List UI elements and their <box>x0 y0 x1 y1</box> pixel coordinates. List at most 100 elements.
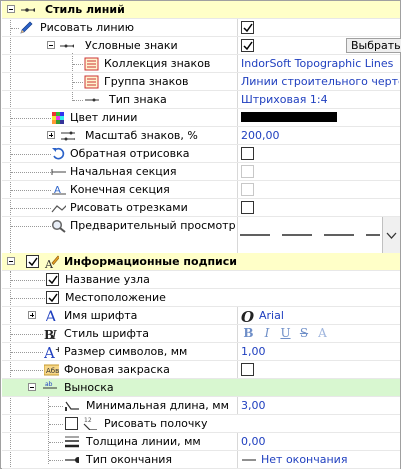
tree-line <box>11 118 51 119</box>
tree-line <box>11 352 43 353</box>
prop-label: Начальная секция <box>70 165 177 178</box>
end-section-checkbox[interactable] <box>241 183 254 196</box>
tree-line <box>49 424 63 425</box>
end-type-icon <box>65 457 79 463</box>
prop-label: Рисовать отрезками <box>70 201 188 214</box>
section-title: Стиль линий <box>45 3 125 16</box>
collapse-icon[interactable] <box>7 5 15 13</box>
prop-font-name[interactable]: A Имя шрифта O Arial <box>2 307 400 325</box>
collapse-icon[interactable] <box>47 41 55 49</box>
min-length-value[interactable]: 3,00 <box>241 399 266 412</box>
italic-toggle[interactable]: I <box>260 326 275 340</box>
type-value[interactable]: Штриховая 1:4 <box>241 93 328 106</box>
background-fill-checkbox[interactable] <box>241 363 254 376</box>
prop-symbols[interactable]: Условные знаки Выбрать <box>2 37 401 55</box>
prop-line-width[interactable]: Толщина линии, мм 0,00 <box>2 433 400 451</box>
prop-draw-segments[interactable]: Рисовать отрезками <box>2 199 400 217</box>
font-name-value[interactable]: Arial <box>259 309 284 322</box>
prop-draw-shelf[interactable]: 12 Рисовать полочку <box>2 415 400 433</box>
collection-value[interactable]: IndorSoft Topographic Lines <box>241 57 393 70</box>
info-labels-checkbox[interactable] <box>26 255 39 268</box>
prop-end-section[interactable]: A Конечная секция <box>2 181 400 199</box>
prop-type[interactable]: Тип знака Штриховая 1:4 <box>2 91 400 109</box>
prop-node-name[interactable]: Название узла <box>2 271 400 289</box>
section-info-labels[interactable]: A Информационные подписи <box>2 253 400 271</box>
collapse-icon[interactable] <box>7 257 15 265</box>
preview-dropdown[interactable] <box>238 217 400 253</box>
tree-line <box>11 172 51 173</box>
reverse-checkbox[interactable] <box>241 147 254 160</box>
draw-segments-checkbox[interactable] <box>241 201 254 214</box>
scale-value[interactable]: 200,00 <box>241 129 280 142</box>
prop-collection[interactable]: Коллекция знаков IndorSoft Topographic L… <box>2 55 400 73</box>
prop-group[interactable]: Группа знаков Линии строительного чертеж… <box>2 73 400 91</box>
tree-line <box>11 28 19 29</box>
bold-toggle[interactable]: B <box>241 326 256 340</box>
underline-toggle[interactable]: U <box>278 326 293 340</box>
tree-line <box>11 370 43 371</box>
min-length-icon <box>65 401 79 411</box>
tree-line <box>11 226 51 227</box>
prop-preview[interactable]: Предварительный просмотр <box>2 217 400 255</box>
font-size-value[interactable]: 1,00 <box>241 345 266 358</box>
tree-line <box>73 100 83 101</box>
end-section-icon: A <box>52 185 66 196</box>
type-line-icon <box>85 98 99 102</box>
section-title: Информационные подписи <box>64 255 237 268</box>
tree-line <box>11 298 45 299</box>
start-section-checkbox[interactable] <box>241 165 254 178</box>
end-type-value[interactable]: Нет окончания <box>261 453 347 466</box>
prop-label: Обратная отрисовка <box>70 147 190 160</box>
node-name-checkbox[interactable] <box>46 273 59 286</box>
prop-background-fill[interactable]: Абв Фоновая закраска <box>2 361 400 379</box>
line-color-swatch[interactable] <box>241 112 337 122</box>
collection-icon <box>84 57 99 71</box>
prop-label: Местоположение <box>65 291 166 304</box>
prop-line-color[interactable]: Цвет линии <box>2 109 400 127</box>
prop-start-section[interactable]: Начальная секция <box>2 163 400 181</box>
strikethrough-toggle[interactable]: S <box>297 326 312 340</box>
prop-scale[interactable]: Масштаб знаков, % 200,00 <box>2 127 400 145</box>
prop-end-type[interactable]: Тип окончания Нет окончания <box>2 451 400 469</box>
column-divider <box>237 181 238 198</box>
prop-label: Конечная секция <box>70 183 170 196</box>
dropdown-button[interactable] <box>382 217 400 253</box>
svg-text:I: I <box>51 328 57 341</box>
tree-line <box>73 82 83 83</box>
prop-font-style[interactable]: B I Стиль шрифта B I U S A <box>2 325 400 343</box>
collapse-icon[interactable] <box>28 383 36 391</box>
tree-line <box>11 334 43 335</box>
prop-location[interactable]: Местоположение <box>2 289 400 307</box>
prop-draw-line[interactable]: Рисовать линию <box>2 19 400 37</box>
tree-line <box>11 154 51 155</box>
choose-button[interactable]: Выбрать <box>346 38 401 53</box>
draw-line-checkbox[interactable] <box>241 21 254 34</box>
section-line-style[interactable]: Стиль линий <box>2 1 400 19</box>
tree-line <box>49 460 63 461</box>
column-divider <box>237 73 238 90</box>
symbol-line-icon <box>60 44 74 48</box>
column-divider <box>237 307 238 324</box>
line-width-value[interactable]: 0,00 <box>241 435 266 448</box>
prop-reverse[interactable]: Обратная отрисовка <box>2 145 400 163</box>
group-value[interactable]: Линии строительного чертежа <box>241 75 399 88</box>
expand-icon[interactable] <box>47 131 55 139</box>
symbols-checkbox[interactable] <box>241 39 254 52</box>
scale-icon <box>61 131 75 141</box>
prop-min-length[interactable]: Минимальная длина, мм 3,00 <box>2 397 400 415</box>
prop-label: Стиль шрифта <box>64 327 149 340</box>
start-section-icon <box>51 169 66 175</box>
prop-callout[interactable]: ab Выноска <box>2 379 400 397</box>
column-divider <box>237 55 238 72</box>
location-checkbox[interactable] <box>46 291 59 304</box>
expand-icon[interactable] <box>28 311 36 319</box>
draw-shelf-checkbox[interactable] <box>65 417 78 430</box>
shelf-icon: 12 <box>83 417 97 430</box>
prop-label: Предварительный просмотр <box>70 219 236 232</box>
prop-font-size[interactable]: A + Размер символов, мм 1,00 <box>2 343 400 361</box>
chevron-down-icon <box>386 232 397 239</box>
svg-text:O: O <box>241 308 254 322</box>
outline-toggle[interactable]: A <box>315 326 330 340</box>
svg-text:A: A <box>44 344 55 358</box>
column-divider <box>237 199 238 216</box>
